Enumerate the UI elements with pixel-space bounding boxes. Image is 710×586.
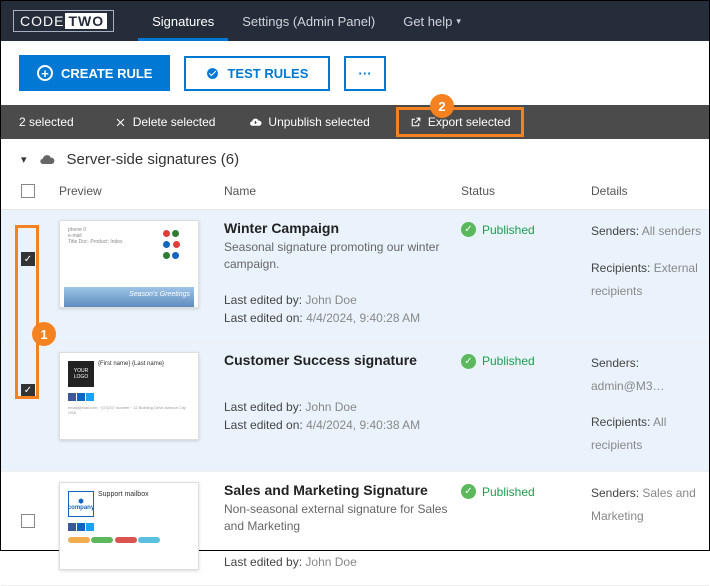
select-all-checkbox[interactable] bbox=[21, 184, 35, 198]
top-bar: CODETWO Signatures Settings (Admin Panel… bbox=[1, 1, 709, 41]
col-details: Details bbox=[591, 184, 709, 201]
nav-help[interactable]: Get help▾ bbox=[389, 1, 475, 41]
preview-thumbnail[interactable]: ⬢companySupport mailbox bbox=[59, 482, 199, 570]
chevron-down-icon[interactable]: ▾ bbox=[21, 153, 27, 166]
signature-desc: Seasonal signature promoting our winter … bbox=[224, 239, 461, 273]
plus-icon: + bbox=[37, 65, 53, 81]
action-bar: + CREATE RULE TEST RULES ··· bbox=[1, 41, 709, 105]
test-rules-button[interactable]: TEST RULES bbox=[184, 56, 330, 91]
col-status: Status bbox=[461, 184, 591, 201]
create-rule-button[interactable]: + CREATE RULE bbox=[19, 55, 170, 91]
brand-logo: CODETWO bbox=[13, 10, 114, 32]
unpublish-selected-button[interactable]: Unpublish selected bbox=[241, 111, 377, 133]
section-header: ▾ Server-side signatures (6) bbox=[1, 139, 709, 176]
brand-part2: TWO bbox=[65, 13, 107, 29]
top-nav: Signatures Settings (Admin Panel) Get he… bbox=[138, 1, 475, 41]
export-icon bbox=[409, 116, 422, 129]
callout-badge-2: 2 bbox=[430, 94, 454, 118]
signature-name: Winter Campaign bbox=[224, 220, 461, 236]
col-preview: Preview bbox=[49, 184, 224, 201]
check-icon: ✓ bbox=[461, 222, 476, 237]
table-row[interactable]: ✓ phone 0e-mailTitle Doc. Product; Index… bbox=[1, 210, 709, 342]
row-checkbox[interactable]: ✓ bbox=[21, 384, 35, 398]
row-checkbox[interactable]: ✓ bbox=[21, 252, 35, 266]
export-selected-button[interactable]: Export selected bbox=[396, 107, 524, 137]
table-row[interactable]: ⬢companySupport mailbox Sales and Market… bbox=[1, 472, 709, 586]
signature-desc: Non-seasonal external signature for Sale… bbox=[224, 501, 461, 535]
table-header: Preview Name Status Details bbox=[1, 176, 709, 210]
check-icon: ✓ bbox=[461, 354, 476, 369]
delete-selected-button[interactable]: Delete selected bbox=[106, 111, 224, 133]
status-badge: ✓ Published bbox=[461, 220, 591, 237]
more-button[interactable]: ··· bbox=[344, 56, 385, 91]
signature-name: Sales and Marketing Signature bbox=[224, 482, 461, 498]
section-title: Server-side signatures (6) bbox=[67, 151, 240, 168]
signature-name: Customer Success signature bbox=[224, 352, 461, 368]
chevron-down-icon: ▾ bbox=[456, 16, 461, 27]
preview-thumbnail[interactable]: YOUR LOGO{First name} {Last name} email@… bbox=[59, 352, 199, 440]
selection-count: 2 selected bbox=[19, 115, 88, 129]
nav-settings[interactable]: Settings (Admin Panel) bbox=[228, 1, 389, 41]
row-checkbox[interactable] bbox=[21, 514, 35, 528]
brand-part1: CODE bbox=[20, 13, 64, 29]
cloud-down-icon bbox=[249, 116, 262, 129]
preview-thumbnail[interactable]: phone 0e-mailTitle Doc. Product; Index S… bbox=[59, 220, 199, 308]
check-icon: ✓ bbox=[461, 484, 476, 499]
callout-badge-1: 1 bbox=[32, 322, 56, 346]
check-circle-icon bbox=[206, 67, 219, 80]
table-row[interactable]: ✓ YOUR LOGO{First name} {Last name} emai… bbox=[1, 342, 709, 472]
close-icon bbox=[114, 116, 127, 129]
status-badge: ✓ Published bbox=[461, 482, 591, 499]
nav-signatures[interactable]: Signatures bbox=[138, 1, 228, 41]
col-name: Name bbox=[224, 184, 461, 201]
status-badge: ✓ Published bbox=[461, 352, 591, 369]
cloud-icon bbox=[39, 151, 55, 168]
selection-toolbar: 2 selected Delete selected Unpublish sel… bbox=[1, 105, 709, 139]
